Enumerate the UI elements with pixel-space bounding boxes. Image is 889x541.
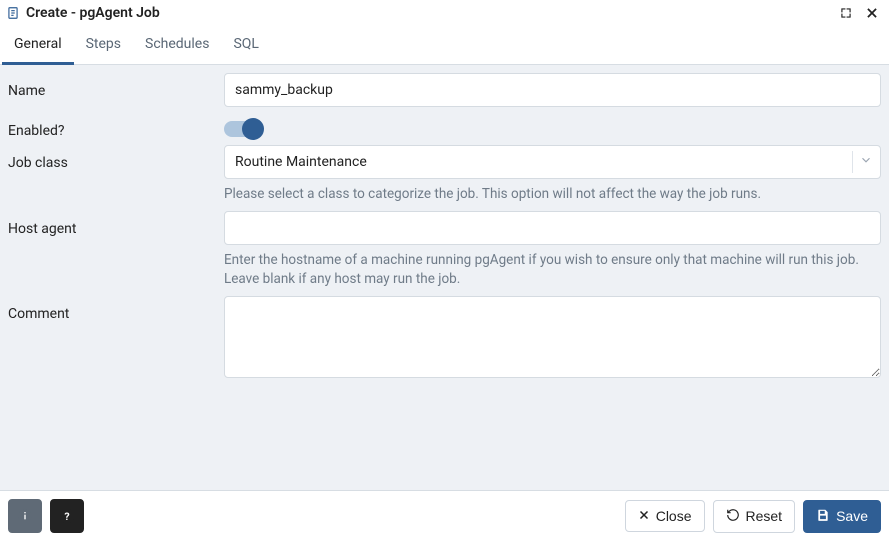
comment-textarea[interactable] [224,296,881,378]
host-agent-help: Enter the hostname of a machine running … [224,251,881,290]
info-button[interactable] [8,499,42,533]
close-label: Close [656,508,692,524]
svg-text:?: ? [64,510,69,523]
help-button[interactable]: ? [50,499,84,533]
tab-schedules[interactable]: Schedules [133,28,221,65]
row-job-class: Job class Routine Maintenance Please sel… [8,145,881,205]
job-class-value: Routine Maintenance [224,145,881,179]
name-input[interactable] [224,73,881,107]
close-icon[interactable] [863,4,881,22]
tab-general[interactable]: General [2,28,74,65]
document-icon [6,6,20,20]
tab-sql[interactable]: SQL [221,28,270,65]
job-class-select[interactable]: Routine Maintenance [224,145,881,179]
row-host-agent: Host agent Enter the hostname of a machi… [8,211,881,290]
label-comment: Comment [8,296,224,322]
tab-steps[interactable]: Steps [74,28,133,65]
save-label: Save [836,508,868,524]
row-enabled: Enabled? [8,113,881,139]
label-enabled: Enabled? [8,113,224,139]
save-icon [816,508,830,525]
reset-icon [726,508,740,525]
save-button[interactable]: Save [803,500,881,533]
tab-content: Name Enabled? Job class Routine Maintena… [0,65,889,490]
close-button[interactable]: Close [625,500,705,532]
reset-button[interactable]: Reset [713,500,796,533]
label-name: Name [8,73,224,99]
row-name: Name [8,73,881,107]
reset-label: Reset [746,508,783,524]
enabled-toggle[interactable] [224,121,262,137]
label-host-agent: Host agent [8,211,224,237]
maximize-icon[interactable] [837,4,855,22]
label-job-class: Job class [8,145,224,171]
tabs: General Steps Schedules SQL [0,28,889,65]
footer: ? Close Reset Save [0,490,889,541]
window-title: Create - pgAgent Job [26,5,160,21]
row-comment: Comment [8,296,881,378]
job-class-help: Please select a class to categorize the … [224,185,881,205]
x-icon [638,508,650,524]
titlebar: Create - pgAgent Job [0,0,889,24]
host-agent-input[interactable] [224,211,881,245]
